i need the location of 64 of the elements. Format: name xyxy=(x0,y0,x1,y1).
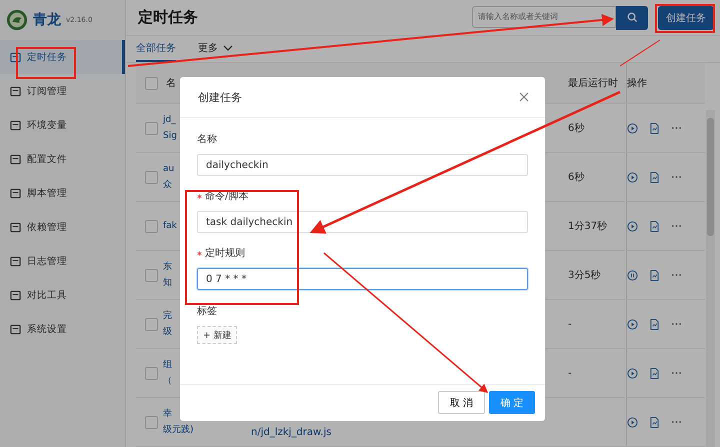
checkbox[interactable] xyxy=(144,366,158,380)
more-icon[interactable] xyxy=(671,322,682,326)
play-icon[interactable] xyxy=(627,172,638,182)
field-label: 定时规则 xyxy=(205,246,245,260)
table-cell: - xyxy=(568,318,572,330)
close-icon[interactable] xyxy=(519,92,529,102)
task-name-link[interactable]: 级元践) xyxy=(163,422,251,438)
annotation-box xyxy=(655,4,715,33)
input-field[interactable]: task dailycheckin xyxy=(197,211,528,233)
sidebar-item[interactable]: 对比工具 xyxy=(0,278,125,312)
search-button[interactable] xyxy=(616,6,648,30)
checkbox[interactable] xyxy=(144,220,158,232)
sidebar-item[interactable]: 环境变量 xyxy=(0,108,125,142)
input-field[interactable]: 0 7 * * * xyxy=(197,268,528,290)
sidebar-item[interactable]: 依赖管理 xyxy=(0,210,125,244)
sidebar-item[interactable]: 脚本管理 xyxy=(0,176,125,210)
script-link[interactable]: n/jd_lzkj_draw.js xyxy=(251,427,332,438)
field-label: 名称 xyxy=(197,133,217,146)
column-header: 操作 xyxy=(626,63,705,103)
play-icon[interactable] xyxy=(627,220,638,232)
sidebar-item[interactable]: 配置文件 xyxy=(0,142,125,176)
checkbox[interactable] xyxy=(144,170,158,184)
more-icon[interactable] xyxy=(671,420,682,424)
pause-icon[interactable] xyxy=(627,270,638,280)
sidebar-item[interactable]: 日志管理 xyxy=(0,244,125,278)
scrollbar-thumb[interactable] xyxy=(707,118,714,236)
sidebar-item[interactable]: 系统设置 xyxy=(0,312,125,346)
table-cell: 6秒 xyxy=(568,172,584,183)
search-field[interactable]: 请输入名称或者关键词 xyxy=(472,6,616,28)
checkbox[interactable] xyxy=(144,268,158,282)
page-title: 定时任务 xyxy=(138,8,199,28)
scrollbar[interactable] xyxy=(706,110,715,447)
dialog-title: 创建任务 xyxy=(198,90,242,104)
play-icon[interactable] xyxy=(627,318,638,330)
play-icon[interactable] xyxy=(627,122,638,134)
more-icon[interactable] xyxy=(671,175,682,179)
more-icon[interactable] xyxy=(671,224,682,228)
column-header: 名 xyxy=(166,77,177,90)
annotation-box xyxy=(16,47,76,79)
checkbox[interactable] xyxy=(144,318,158,330)
table-cell: 3分5秒 xyxy=(568,270,601,281)
tab[interactable]: 更多 xyxy=(198,36,233,62)
checkbox[interactable] xyxy=(144,122,158,134)
create-task-button[interactable]: 创建任务 xyxy=(658,6,714,30)
checkbox[interactable] xyxy=(144,416,158,428)
sidebar-item[interactable]: 订阅管理 xyxy=(0,74,125,108)
column-header: 最后运行时 xyxy=(568,76,619,90)
checkbox[interactable] xyxy=(144,76,158,90)
input-field[interactable]: dailycheckin xyxy=(197,154,528,176)
sidebar-item[interactable]: 定时任务 xyxy=(0,40,125,74)
more-icon[interactable] xyxy=(671,371,682,375)
app-name: 青龙 xyxy=(33,11,61,29)
search-icon xyxy=(626,12,638,24)
table-cell: - xyxy=(568,368,572,378)
new-tag-button[interactable]: + 新建 xyxy=(197,326,238,344)
field-label: 标签 xyxy=(197,304,218,318)
play-icon[interactable] xyxy=(627,416,638,428)
table-cell: 1分37秒 xyxy=(568,221,608,232)
more-icon[interactable] xyxy=(671,273,682,277)
play-icon[interactable] xyxy=(627,368,638,378)
annotation-line xyxy=(620,40,660,66)
table-cell: 6秒 xyxy=(568,123,584,134)
cancel-button[interactable]: 取 消 xyxy=(438,391,485,414)
more-icon[interactable] xyxy=(671,126,682,130)
